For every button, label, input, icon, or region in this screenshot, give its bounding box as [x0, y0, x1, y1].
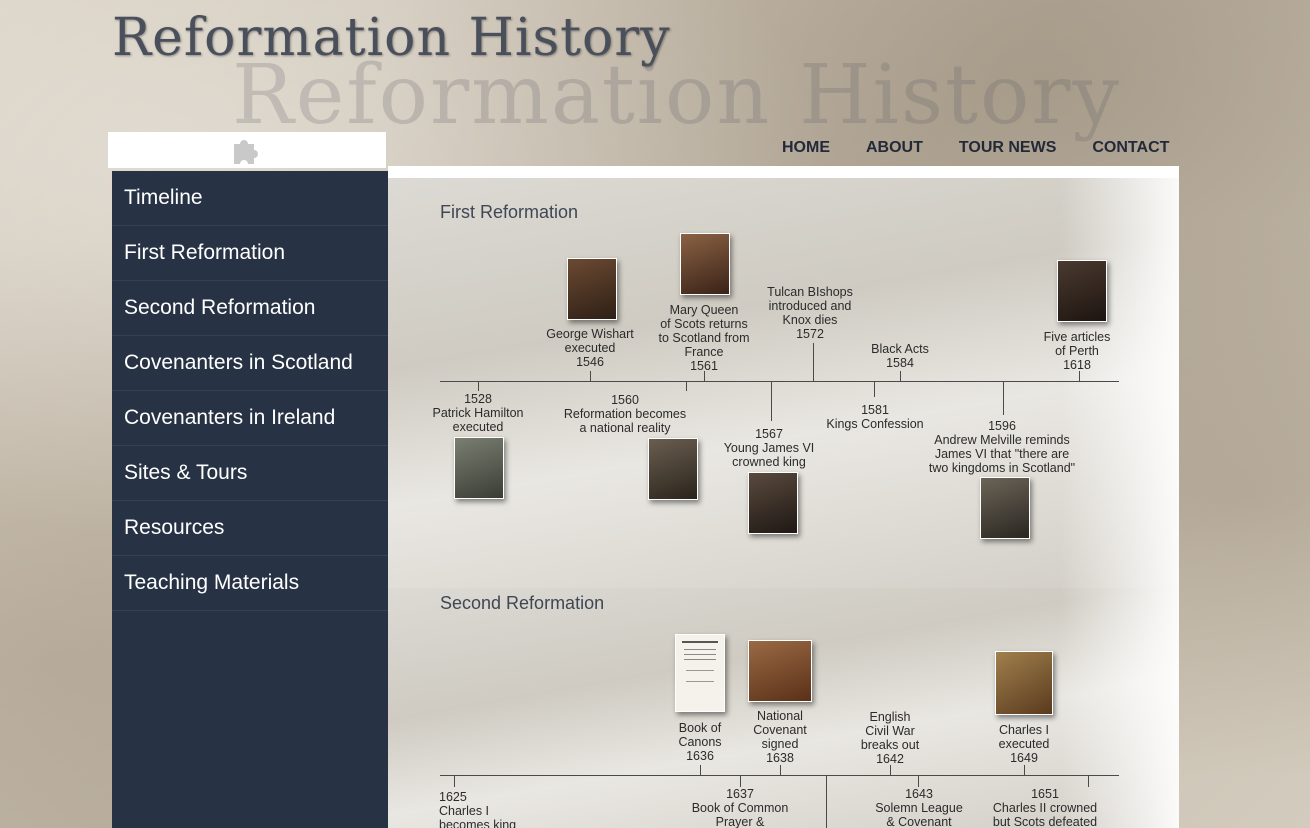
event-george-wishart: George Wishart executed 1546	[546, 327, 634, 369]
tick	[478, 381, 479, 391]
tick	[1079, 371, 1080, 381]
first-reformation-title: First Reformation	[440, 202, 579, 222]
puzzle-icon	[234, 140, 258, 164]
sidebar-item-sites-tours[interactable]: Sites & Tours	[112, 446, 388, 501]
image-national-covenant[interactable]	[748, 640, 812, 702]
event-kings-confession: 1581 Kings Confession	[826, 403, 924, 431]
portrait-mary-queen-of-scots[interactable]	[680, 233, 730, 295]
sidebar-item-covenanters-ireland[interactable]: Covenanters in Ireland	[112, 391, 388, 446]
event-patrick-hamilton: 1528 Patrick Hamilton executed	[432, 392, 524, 434]
tick	[590, 371, 591, 381]
tick	[1003, 381, 1004, 415]
main-content: First Reformation George Wishart execute…	[388, 166, 1179, 828]
tick	[900, 371, 901, 381]
plugin-placeholder	[108, 132, 386, 168]
tick	[454, 775, 455, 787]
sidebar-item-label: Covenanters in Ireland	[124, 406, 336, 429]
sidebar-menu: Timeline First Reformation Second Reform…	[112, 171, 388, 828]
event-national-covenant: National Covenant signed 1638	[753, 709, 807, 765]
tick	[740, 775, 741, 787]
event-reformation-national: 1560 Reformation becomes a national real…	[563, 393, 687, 435]
event-charles-ii-crowned: 1651 Charles II crowned but Scots defeat…	[992, 787, 1098, 828]
portrait-john-knox[interactable]	[648, 438, 698, 500]
portrait-andrew-melville[interactable]	[980, 477, 1030, 539]
sidebar-item-label: Covenanters in Scotland	[124, 351, 353, 374]
first-reformation-axis	[440, 381, 1119, 382]
event-charles-i-king: 1625 Charles I becomes king	[439, 790, 517, 828]
event-book-of-canons: Book of Canons 1636	[678, 721, 722, 763]
tick	[890, 765, 891, 775]
sidebar-item-label: Resources	[124, 516, 225, 539]
nav-contact[interactable]: CONTACT	[1092, 139, 1169, 157]
sidebar-item-covenanters-scotland[interactable]: Covenanters in Scotland	[112, 336, 388, 391]
tick	[874, 381, 875, 397]
second-reformation-title: Second Reformation	[440, 593, 605, 613]
tick	[771, 381, 772, 421]
top-nav: HOME ABOUT TOUR NEWS CONTACT	[760, 139, 1183, 157]
sidebar-item-timeline[interactable]: Timeline	[112, 171, 388, 226]
event-five-articles: Five articles of Perth 1618	[1043, 330, 1111, 372]
tick	[826, 775, 827, 828]
tick	[1024, 765, 1025, 775]
event-young-james-vi: 1567 Young James VI crowned king	[723, 427, 815, 469]
tick	[686, 381, 687, 391]
event-english-civil-war: English Civil War breaks out 1642	[860, 710, 920, 766]
event-tulcan-bishops: Tulcan BIshops introduced and Knox dies …	[767, 285, 853, 341]
event-charles-i-executed: Charles I executed 1649	[998, 723, 1050, 765]
sidebar-item-label: First Reformation	[124, 241, 286, 264]
tick	[1088, 775, 1089, 787]
event-mary-queen-of-scots: Mary Queen of Scots returns to Scotland …	[658, 303, 750, 373]
site-title-watermark: Reformation History	[232, 48, 1121, 143]
nav-tour-news[interactable]: TOUR NEWS	[959, 139, 1056, 157]
portrait-young-james-vi[interactable]	[748, 472, 798, 534]
portrait-patrick-hamilton[interactable]	[454, 437, 504, 499]
event-andrew-melville: 1596 Andrew Melville reminds James VI th…	[928, 419, 1076, 475]
sidebar-item-label: Second Reformation	[124, 296, 316, 319]
nav-about[interactable]: ABOUT	[866, 139, 923, 157]
tick	[918, 775, 919, 787]
nav-home[interactable]: HOME	[782, 139, 830, 157]
sidebar-item-label: Timeline	[124, 186, 203, 209]
event-solemn-league: 1643 Solemn League & Covenant	[875, 787, 963, 828]
sidebar-item-first-reformation[interactable]: First Reformation	[112, 226, 388, 281]
portrait-george-wishart[interactable]	[567, 258, 617, 320]
portrait-james-vi[interactable]	[1057, 260, 1107, 322]
sidebar-item-label: Sites & Tours	[124, 461, 248, 484]
sidebar-item-second-reformation[interactable]: Second Reformation	[112, 281, 388, 336]
image-charles-i-axe[interactable]	[995, 651, 1053, 715]
sidebar-item-teaching-materials[interactable]: Teaching Materials	[112, 556, 388, 611]
tick	[700, 765, 701, 775]
second-reformation-axis	[440, 775, 1119, 776]
tick	[813, 343, 814, 381]
event-black-acts: Black Acts 1584	[871, 342, 929, 370]
event-book-of-common-prayer: 1637 Book of Common Prayer &	[691, 787, 789, 828]
tick	[780, 765, 781, 775]
sidebar-item-label: Teaching Materials	[124, 571, 300, 594]
sidebar-item-resources[interactable]: Resources	[112, 501, 388, 556]
image-book-of-canons[interactable]	[675, 634, 725, 712]
